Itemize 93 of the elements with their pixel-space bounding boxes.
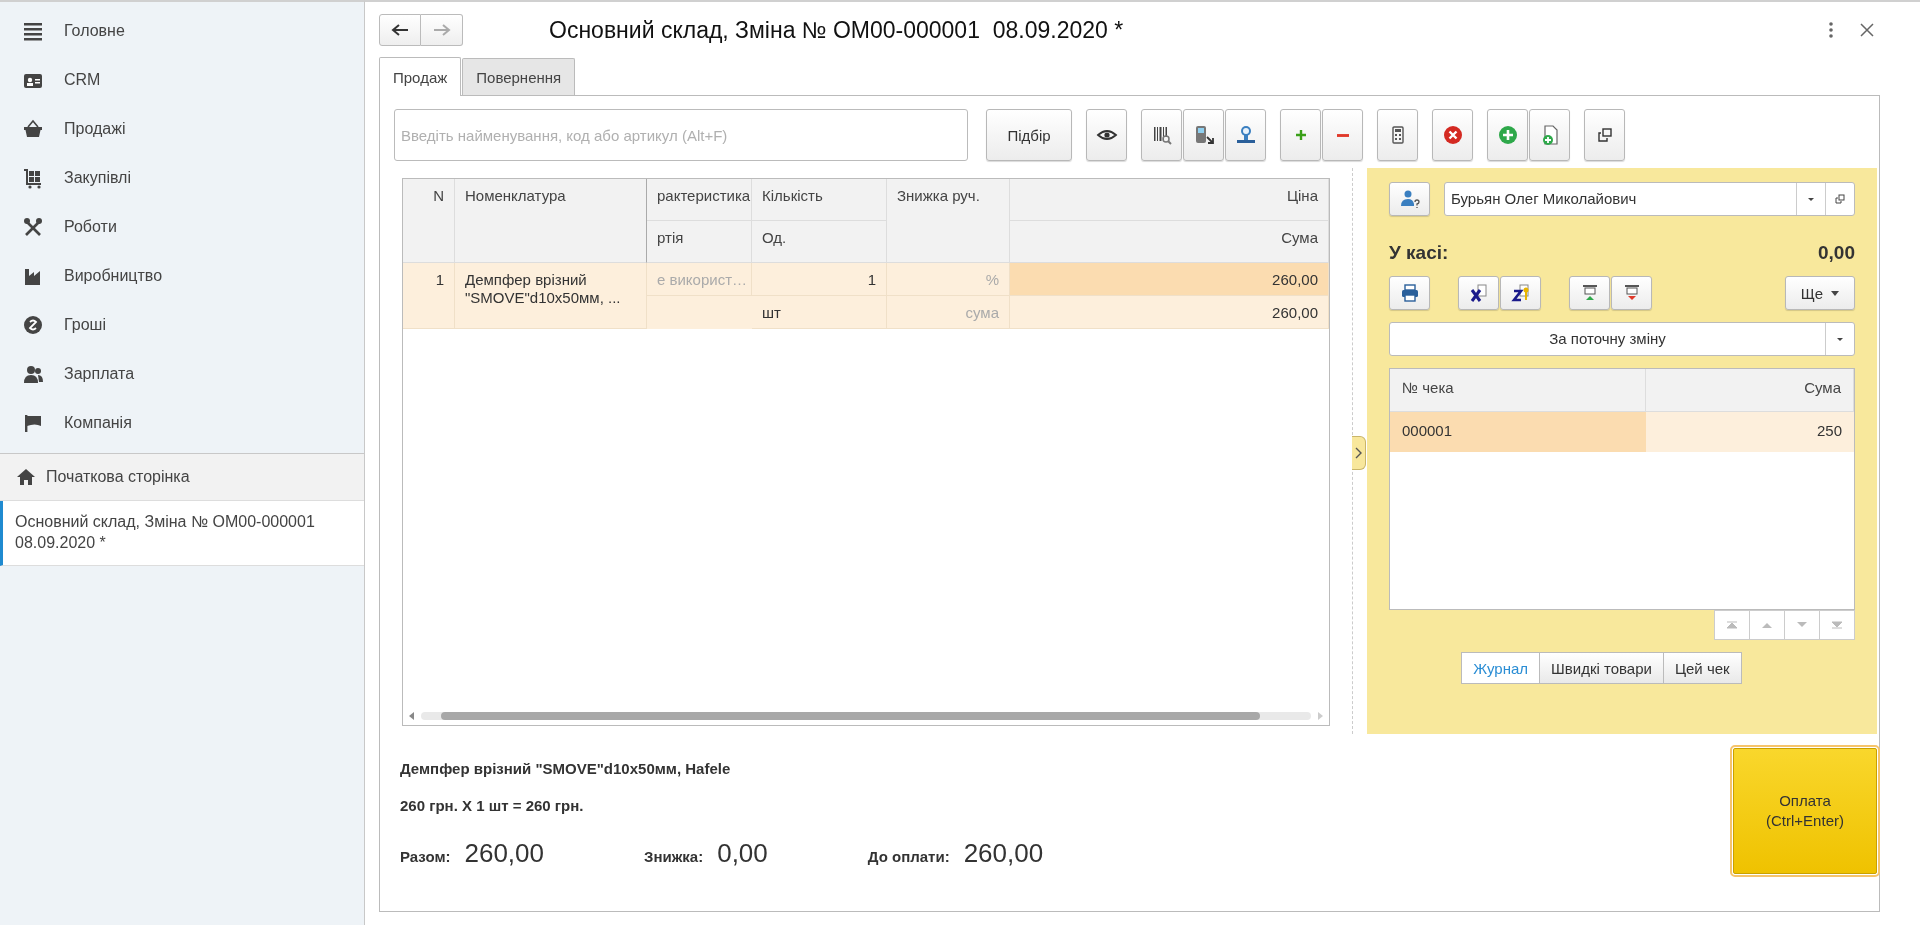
open-icon[interactable] xyxy=(1835,194,1845,204)
column-header[interactable]: рактеристика xyxy=(647,179,752,221)
cash-label: У касі: xyxy=(1389,242,1449,264)
column-header[interactable]: Кількість xyxy=(752,179,887,221)
table-cell: Демпфер врізний "SMOVE"d10x50мм, ... xyxy=(455,263,647,329)
cash-in-button[interactable] xyxy=(1569,276,1610,310)
view-button[interactable] xyxy=(1086,109,1127,161)
up-triangle-icon xyxy=(1761,621,1773,629)
coin-icon xyxy=(22,313,44,336)
total-label: До оплати: xyxy=(867,848,950,865)
cash-amount: 0,00 xyxy=(1818,242,1855,264)
z-report-button[interactable] xyxy=(1500,276,1541,310)
panel-toggle[interactable] xyxy=(1352,436,1366,470)
table-cell: 260,00 xyxy=(1010,263,1329,296)
scales-button[interactable] xyxy=(1225,109,1266,161)
sidebar-item[interactable]: Продажі xyxy=(0,104,364,153)
open-window-button[interactable] xyxy=(1584,109,1625,161)
sidebar-item[interactable]: Гроші xyxy=(0,300,364,349)
scroll-left-icon xyxy=(409,712,415,720)
tools-icon xyxy=(22,215,44,238)
forward-arrow-icon xyxy=(432,24,451,36)
column-header[interactable]: № чека xyxy=(1390,369,1646,412)
back-arrow-icon xyxy=(391,24,409,36)
scales-icon xyxy=(1234,124,1257,146)
total-label: Знижка: xyxy=(644,848,704,865)
plus-circle-icon xyxy=(1496,124,1519,146)
back-button[interactable] xyxy=(379,14,421,46)
total-amount: 260,00 xyxy=(963,838,1044,869)
table-cell: % xyxy=(887,263,1010,296)
sidebar-item[interactable]: Зарплата xyxy=(0,349,364,398)
terminal-button[interactable] xyxy=(1183,109,1224,161)
calculator-button[interactable] xyxy=(1377,109,1418,161)
down-triangle-icon xyxy=(1796,621,1808,629)
to-last-icon xyxy=(1831,621,1843,629)
x-report-icon xyxy=(1468,283,1489,303)
table-cell: 260,00 xyxy=(1010,296,1329,329)
caret-icon xyxy=(1831,290,1840,296)
cart-icon xyxy=(22,166,44,189)
tab[interactable]: Повернення xyxy=(462,58,576,95)
cancel-button[interactable] xyxy=(1432,109,1473,161)
table-cell: 1 xyxy=(752,263,887,296)
column-header[interactable]: Сума xyxy=(1646,369,1854,412)
total-amount: 260,00 xyxy=(464,838,544,869)
horizontal-scrollbar[interactable] xyxy=(421,712,1311,720)
table-cell: сума xyxy=(887,296,1010,329)
new-document-button[interactable] xyxy=(1529,109,1570,161)
search-field[interactable]: Введіть найменування, код або артикул (Alt+F) xyxy=(394,109,968,161)
window-title: Основний склад, Зміна № ОМ00-000001 08.09.2020 * xyxy=(549,16,1124,44)
open-window-item[interactable]: Основний склад, Зміна № ОМ00-000001 08.09.2020 * xyxy=(0,501,364,566)
product-name: Демпфер врізний "SMOVE"d10x50мм, Hafele xyxy=(400,760,732,777)
total-amount: 0,00 xyxy=(717,838,768,869)
cancel-icon xyxy=(1441,124,1464,146)
more-button[interactable]: Ще xyxy=(1785,276,1855,310)
print-button[interactable] xyxy=(1389,276,1430,310)
tab[interactable]: Журнал xyxy=(1461,652,1541,684)
pay-button[interactable]: Оплата (Ctrl+Enter) xyxy=(1733,748,1877,874)
basket-icon xyxy=(22,117,44,140)
minus-icon xyxy=(1336,133,1349,137)
period-field[interactable]: За поточну зміну xyxy=(1389,322,1855,356)
to-first-icon xyxy=(1726,621,1738,629)
sidebar-item[interactable]: Виробництво xyxy=(0,251,364,300)
sidebar-item[interactable]: CRM xyxy=(0,55,364,104)
sidebar-item[interactable]: Компанія xyxy=(0,398,364,447)
table-cell: 1 xyxy=(403,263,455,329)
home-link[interactable]: Початкова сторінка xyxy=(0,453,364,501)
sidebar-item[interactable]: Головне xyxy=(0,6,364,55)
user-question-icon xyxy=(1399,189,1420,209)
more-icon[interactable] xyxy=(1828,21,1834,39)
close-icon[interactable] xyxy=(1860,23,1874,37)
z-report-icon xyxy=(1510,283,1531,303)
table-cell: шт xyxy=(752,296,887,329)
cash-out-button[interactable] xyxy=(1611,276,1652,310)
tab[interactable]: Цей чек xyxy=(1662,652,1742,684)
total-label: Разом: xyxy=(400,848,451,865)
tab[interactable]: Швидкі товари xyxy=(1539,652,1664,684)
pick-button[interactable]: Підбір xyxy=(986,109,1072,161)
sidebar-item[interactable]: Роботи xyxy=(0,202,364,251)
new-button[interactable] xyxy=(1487,109,1528,161)
table-cell: 000001 xyxy=(1390,412,1646,452)
printer-icon xyxy=(1399,283,1420,303)
table-cell: 250 xyxy=(1646,412,1854,452)
scroll-right-icon xyxy=(1317,712,1323,720)
chevron-right-icon xyxy=(1355,447,1362,459)
home-icon xyxy=(16,468,36,486)
x-report-button[interactable] xyxy=(1458,276,1499,310)
price-calculation: 260 грн. X 1 шт = 260 грн. xyxy=(400,797,585,814)
tab[interactable]: Продаж xyxy=(379,57,462,96)
column-header[interactable]: Ціна xyxy=(1010,179,1329,221)
cashier-button[interactable] xyxy=(1389,182,1430,216)
cashier-field[interactable]: Бурьян Олег Миколайович xyxy=(1444,182,1855,216)
table-cell: е використ… xyxy=(647,263,752,296)
barcode-button[interactable] xyxy=(1141,109,1182,161)
sidebar-item[interactable]: Закупівлі xyxy=(0,153,364,202)
